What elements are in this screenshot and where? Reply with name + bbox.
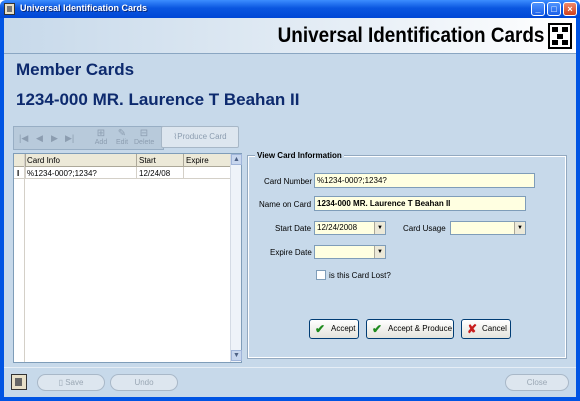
grid-scrollbar[interactable]: ▲ ▼ xyxy=(230,154,242,362)
view-card-group: View Card Information Card Number %1234-… xyxy=(247,151,567,359)
chevron-down-icon[interactable]: ▼ xyxy=(514,222,525,234)
cell-card-info[interactable]: %1234-000?;1234? xyxy=(27,169,97,178)
start-date-value: 12/24/2008 xyxy=(317,223,358,232)
name-on-card-label: Name on Card xyxy=(259,200,312,209)
table-row[interactable]: I %1234-000?;1234? 12/24/08 xyxy=(14,167,232,179)
close-button[interactable]: Close xyxy=(505,374,569,391)
produce-card-label: Produce Card xyxy=(177,132,227,141)
checkmark-icon: ✔ xyxy=(372,322,383,336)
header-banner: Universal Identification Cards xyxy=(4,18,576,54)
card-lost-checkbox[interactable] xyxy=(316,270,326,280)
undo-label: Undo xyxy=(134,378,154,387)
expire-date-picker[interactable]: ▼ xyxy=(314,245,386,259)
start-date-picker[interactable]: 12/24/2008 ▼ xyxy=(314,221,386,235)
scroll-down-icon[interactable]: ▼ xyxy=(231,350,242,361)
minimize-button[interactable]: _ xyxy=(531,2,545,16)
grid-header: Card Info Start Expire xyxy=(14,154,232,167)
close-window-button[interactable]: × xyxy=(563,2,577,16)
last-record-button[interactable]: ▶| xyxy=(65,133,74,144)
accept-label: Accept xyxy=(331,324,356,333)
start-date-label: Start Date xyxy=(275,224,312,233)
name-on-card-field[interactable]: 1234-000 MR. Laurence T Beahan II xyxy=(314,196,526,211)
app-window: Universal Identification Cards _ □ × Uni… xyxy=(0,0,580,401)
bottom-toolbar: ▯ Save Undo Close xyxy=(4,367,576,397)
page-title: Member Cards xyxy=(16,60,135,79)
chevron-down-icon[interactable]: ▼ xyxy=(374,246,385,258)
scroll-up-icon[interactable]: ▲ xyxy=(231,154,242,165)
column-card-info[interactable]: Card Info xyxy=(27,156,60,165)
cancel-button[interactable]: ✘ Cancel xyxy=(461,319,511,339)
save-button[interactable]: ▯ Save xyxy=(37,374,105,391)
edit-button[interactable]: ✎ Edit xyxy=(112,128,132,150)
app-menu-icon[interactable] xyxy=(11,374,27,390)
column-start[interactable]: Start xyxy=(139,156,156,165)
accept-produce-button[interactable]: ✔ Accept & Produce xyxy=(366,319,454,339)
member-name: 1234-000 MR. Laurence T Beahan II xyxy=(16,90,300,109)
card-number-label: Card Number xyxy=(264,177,313,186)
delete-label: Delete xyxy=(134,139,155,146)
next-record-button[interactable]: ▶ xyxy=(51,133,58,144)
checkmark-icon: ✔ xyxy=(315,322,326,336)
edit-record-icon: ✎ xyxy=(117,128,127,139)
delete-button[interactable]: ⊟ Delete xyxy=(134,128,154,150)
client-area: Universal Identification Cards Member Ca… xyxy=(4,18,576,397)
puzzle-logo-icon xyxy=(548,23,572,49)
card-usage-select[interactable]: ▼ xyxy=(450,221,526,235)
accept-button[interactable]: ✔ Accept xyxy=(309,319,359,339)
cancel-label: Cancel xyxy=(482,324,507,333)
card-number-field[interactable]: %1234-000?;1234? xyxy=(314,173,535,188)
chevron-down-icon[interactable]: ▼ xyxy=(374,222,385,234)
prev-record-button[interactable]: ◀ xyxy=(36,133,43,144)
add-label: Add xyxy=(94,139,108,146)
cards-grid[interactable]: Card Info Start Expire I %1234-000?;1234… xyxy=(13,153,242,363)
column-expire[interactable]: Expire xyxy=(186,156,209,165)
record-navigator: |◀ ◀ ▶ ▶| ⊞ Add ✎ Edit ⊟ Delete xyxy=(13,126,164,150)
save-label: Save xyxy=(65,378,84,387)
edit-label: Edit xyxy=(115,139,129,146)
accept-produce-label: Accept & Produce xyxy=(388,324,453,333)
card-lost-label: is this Card Lost? xyxy=(329,271,391,280)
add-button[interactable]: ⊞ Add xyxy=(91,128,111,150)
first-record-button[interactable]: |◀ xyxy=(19,133,28,144)
card-usage-label: Card Usage xyxy=(403,224,446,233)
row-indicator-icon: I xyxy=(17,169,20,178)
x-cancel-icon: ✘ xyxy=(467,322,478,336)
cell-start[interactable]: 12/24/08 xyxy=(139,169,170,178)
row-header-column xyxy=(14,154,25,362)
maximize-button[interactable]: □ xyxy=(547,2,561,16)
window-title: Universal Identification Cards xyxy=(20,3,148,13)
add-record-icon: ⊞ xyxy=(96,128,106,139)
title-bar[interactable]: Universal Identification Cards _ □ × xyxy=(0,0,580,18)
expire-date-label: Expire Date xyxy=(270,248,312,257)
group-title: View Card Information xyxy=(255,151,344,160)
delete-record-icon: ⊟ xyxy=(139,128,149,139)
app-icon xyxy=(4,3,15,15)
close-label: Close xyxy=(526,378,548,387)
undo-button[interactable]: Undo xyxy=(110,374,178,391)
banner-title: Universal Identification Cards xyxy=(277,24,544,47)
produce-card-button[interactable]: ⌇Produce Card xyxy=(161,126,239,148)
